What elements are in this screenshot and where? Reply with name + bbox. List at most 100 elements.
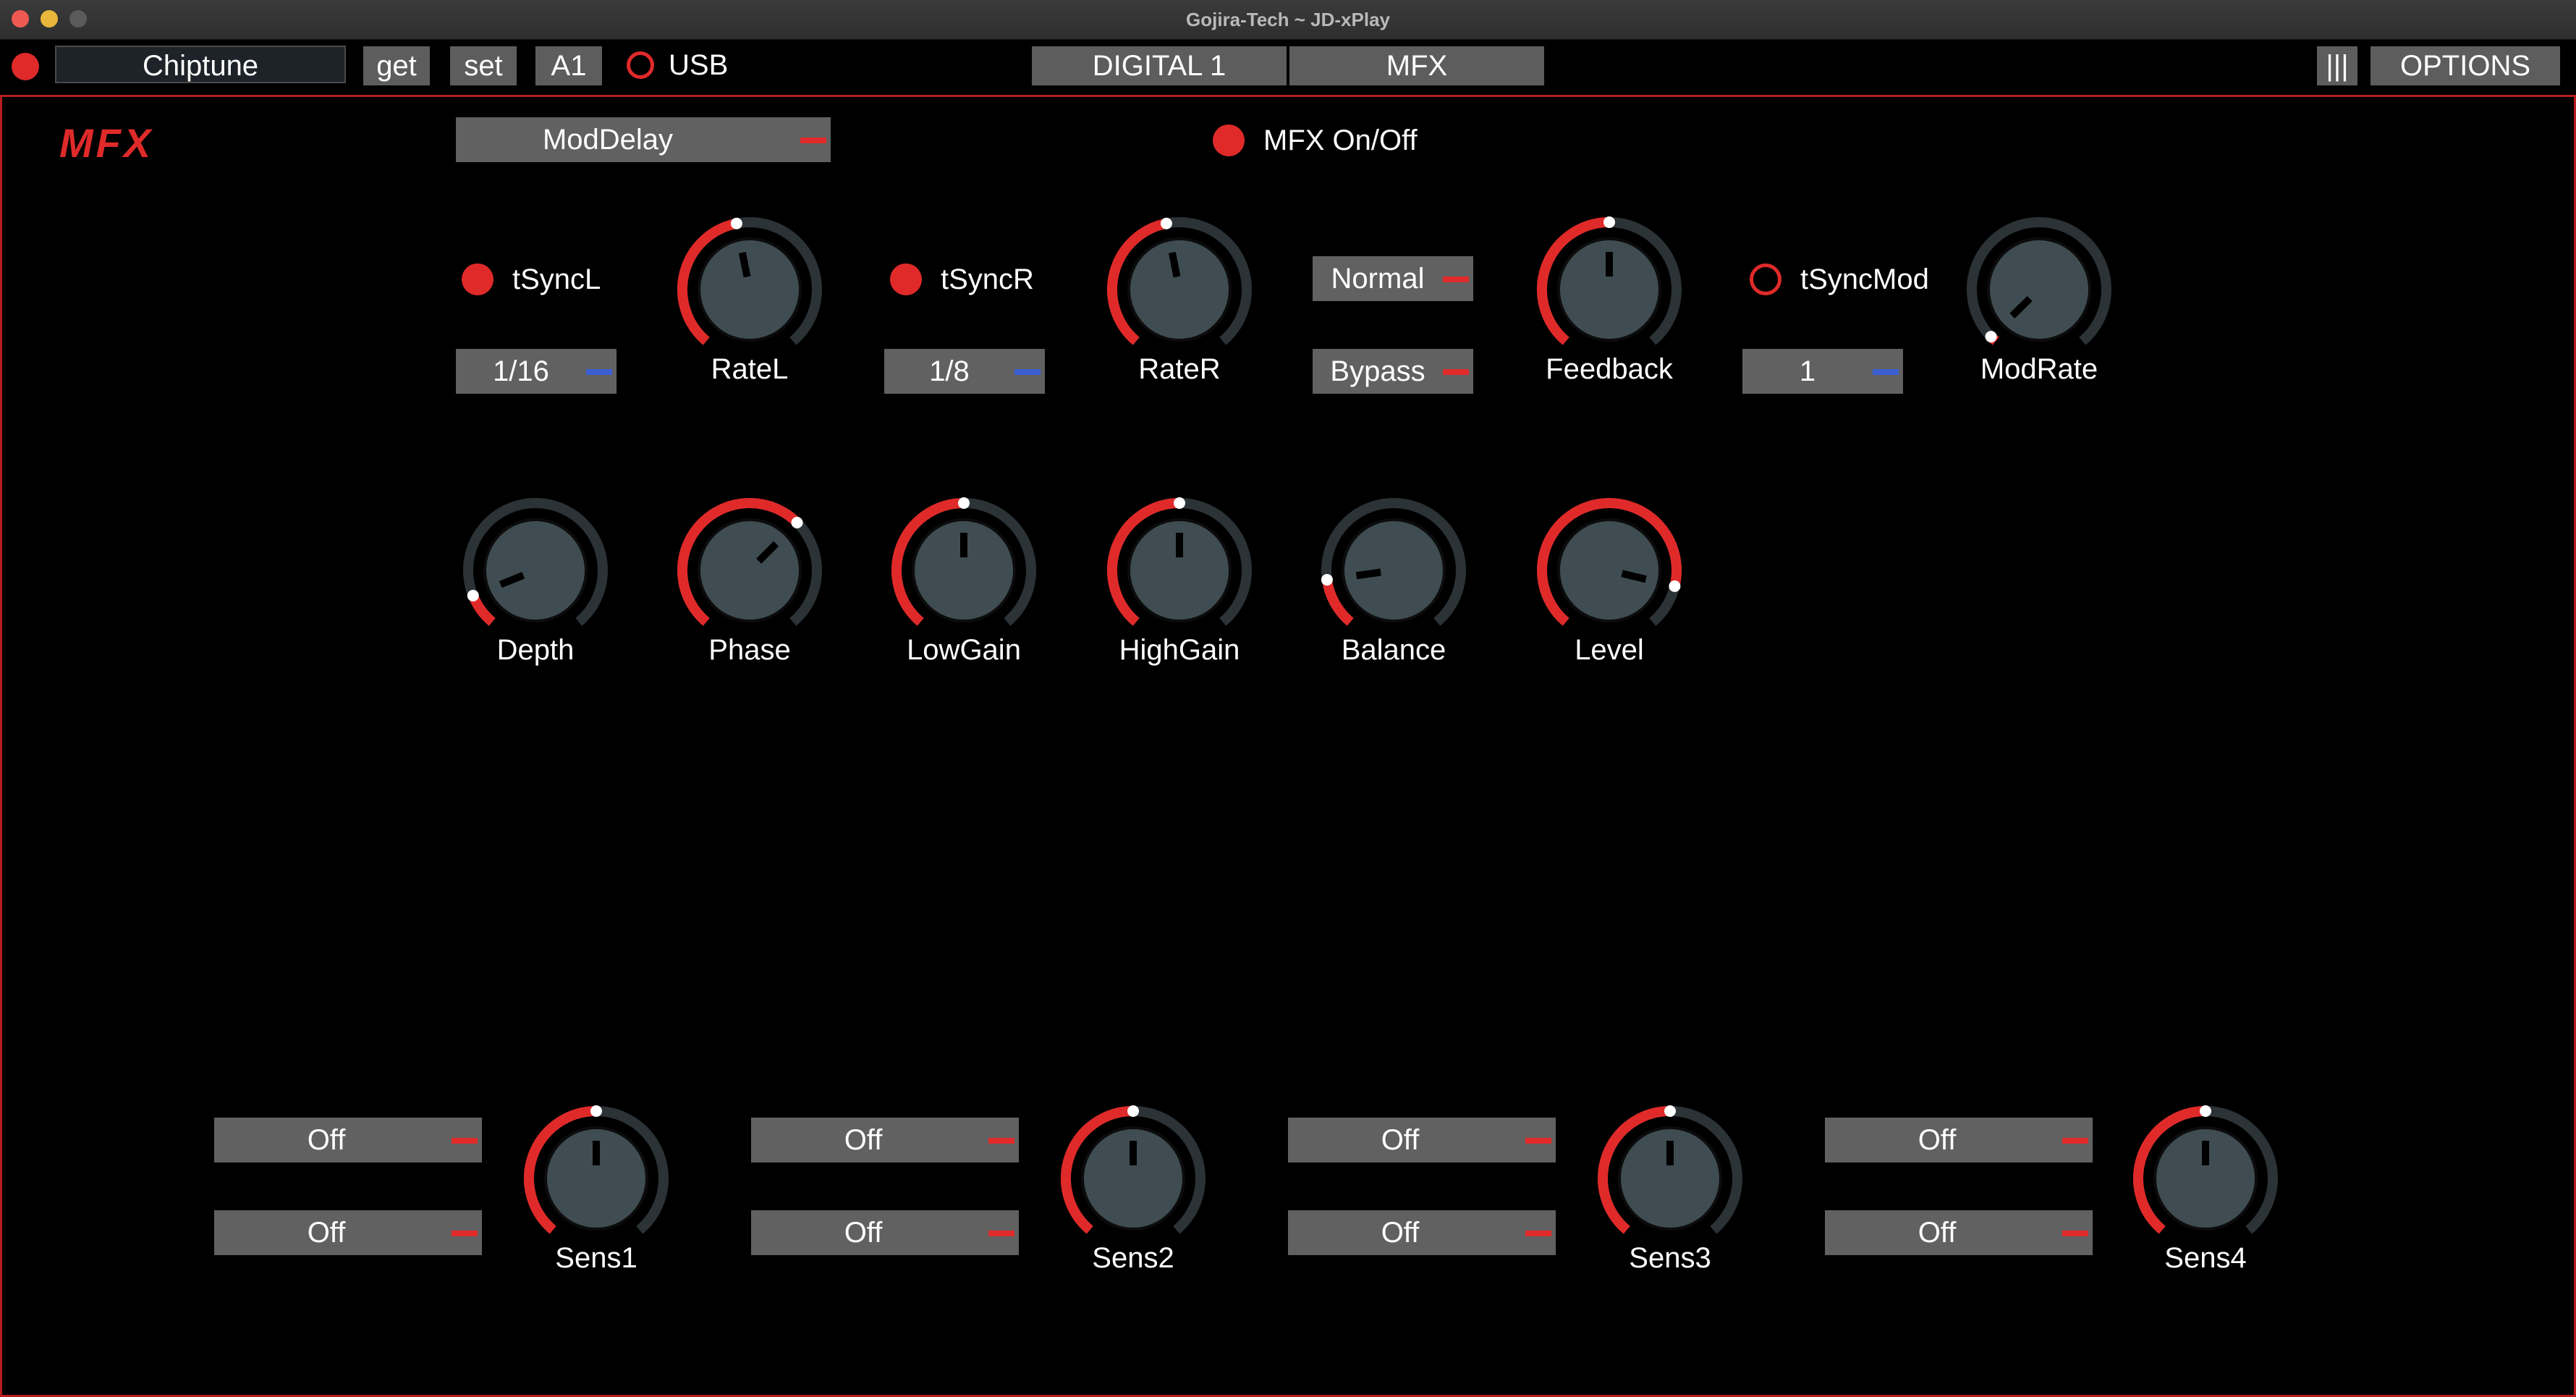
sens2-knob[interactable]: Sens2 bbox=[1046, 1100, 1220, 1288]
select-indicator bbox=[452, 1138, 478, 1144]
knob-dot bbox=[590, 1105, 602, 1117]
sens1-source2-select[interactable]: Off bbox=[214, 1210, 482, 1255]
knob-pointer bbox=[1355, 568, 1381, 580]
bank-button[interactable]: A1 bbox=[535, 46, 602, 85]
tab-mfx[interactable]: MFX bbox=[1289, 46, 1544, 85]
knob-dot bbox=[791, 517, 803, 529]
knob-body bbox=[698, 518, 802, 622]
knob-dot bbox=[2200, 1105, 2211, 1117]
sens3-knob[interactable]: Sens3 bbox=[1583, 1100, 1757, 1288]
ratel-knob[interactable]: RateL bbox=[663, 211, 836, 400]
select-indicator bbox=[1873, 369, 1899, 375]
knob-label: Sens1 bbox=[555, 1242, 637, 1274]
knob-dot bbox=[730, 217, 742, 229]
select-indicator bbox=[1443, 369, 1469, 375]
rater-knob[interactable]: RateR bbox=[1093, 211, 1266, 400]
knob-dot bbox=[1174, 497, 1185, 509]
select-indicator bbox=[2062, 1138, 2088, 1144]
options-button[interactable]: OPTIONS bbox=[2370, 46, 2560, 85]
knob-body bbox=[1127, 237, 1232, 342]
tsyncL-toggle[interactable] bbox=[462, 263, 493, 295]
knob-dot bbox=[1160, 217, 1172, 229]
balance-knob[interactable]: Balance bbox=[1307, 492, 1480, 680]
mode-select[interactable]: Normal bbox=[1313, 256, 1473, 301]
sens4-source1-select[interactable]: Off bbox=[1825, 1118, 2093, 1162]
sens4-knob[interactable]: Sens4 bbox=[2119, 1100, 2292, 1288]
knob-graphic bbox=[1598, 1105, 1742, 1234]
set-button[interactable]: set bbox=[450, 46, 517, 85]
mfx-onoff-toggle[interactable] bbox=[1213, 124, 1245, 156]
knob-dot bbox=[1669, 580, 1681, 592]
knob-graphic bbox=[2133, 1105, 2278, 1234]
noteR-label: 1/8 bbox=[929, 355, 970, 387]
noteL-label: 1/16 bbox=[493, 355, 549, 387]
sens1-knob[interactable]: Sens1 bbox=[509, 1100, 683, 1288]
depth-knob[interactable]: Depth bbox=[449, 492, 622, 680]
knob-label: RateR bbox=[1138, 353, 1221, 385]
phase-knob[interactable]: Phase bbox=[663, 492, 836, 680]
modrate-knob[interactable]: ModRate bbox=[1952, 211, 2126, 400]
knob-graphic bbox=[524, 1105, 669, 1234]
knob-body bbox=[1342, 518, 1446, 622]
sens3-source2-select-label: Off bbox=[1381, 1217, 1420, 1249]
knob-label: RateL bbox=[711, 353, 789, 385]
window-titlebar: Gojira-Tech ~ JD-xPlay bbox=[0, 0, 2576, 40]
knob-graphic bbox=[1967, 217, 2111, 345]
select-indicator bbox=[988, 1231, 1014, 1236]
tsyncL-label: tSyncL bbox=[512, 263, 601, 295]
mfx-type-select[interactable]: ModDelay bbox=[456, 117, 831, 162]
noteMod-select[interactable]: 1 bbox=[1742, 349, 1903, 394]
select-indicator bbox=[1525, 1138, 1551, 1144]
knob-label: Sens4 bbox=[2164, 1242, 2247, 1274]
menu-button[interactable]: ||| bbox=[2317, 46, 2357, 85]
bypass-select[interactable]: Bypass bbox=[1313, 349, 1473, 394]
sens2-source2-select[interactable]: Off bbox=[751, 1210, 1019, 1255]
knob-label: Phase bbox=[708, 634, 791, 666]
tsyncR-toggle[interactable] bbox=[890, 263, 922, 295]
tsyncMod-toggle[interactable] bbox=[1750, 263, 1781, 295]
knob-graphic bbox=[1537, 216, 1682, 345]
knob-label: Balance bbox=[1341, 634, 1446, 666]
tab-digital-1[interactable]: DIGITAL 1 bbox=[1032, 46, 1287, 85]
knob-label: ModRate bbox=[1980, 353, 2098, 385]
usb-toggle[interactable] bbox=[627, 51, 654, 79]
knob-label: HighGain bbox=[1119, 634, 1240, 666]
mfx-logo: MFX bbox=[59, 120, 154, 166]
sens1-source1-select-label: Off bbox=[307, 1124, 346, 1156]
knob-pointer bbox=[738, 252, 751, 278]
bypass-label: Bypass bbox=[1330, 355, 1425, 387]
level-knob[interactable]: Level bbox=[1522, 492, 1696, 680]
knob-graphic bbox=[891, 497, 1036, 626]
knob-dot bbox=[958, 497, 970, 509]
knob-dot bbox=[1664, 1105, 1676, 1117]
sens1-source1-select[interactable]: Off bbox=[214, 1118, 482, 1162]
toolbar: Chiptune get set A1 USB DIGITAL 1 MFX ||… bbox=[0, 40, 2576, 97]
sens2-source1-select[interactable]: Off bbox=[751, 1118, 1019, 1162]
noteR-select[interactable]: 1/8 bbox=[884, 349, 1045, 394]
sens4-source1-select-label: Off bbox=[1918, 1124, 1957, 1156]
knob-dot bbox=[1127, 1105, 1139, 1117]
select-indicator bbox=[452, 1231, 478, 1236]
knob-label: Depth bbox=[496, 634, 575, 666]
select-indicator bbox=[800, 138, 826, 143]
sens3-source2-select[interactable]: Off bbox=[1288, 1210, 1556, 1255]
knob-graphic bbox=[677, 498, 822, 626]
usb-label: USB bbox=[669, 49, 729, 81]
sens4-source2-select[interactable]: Off bbox=[1825, 1210, 2093, 1255]
noteL-select[interactable]: 1/16 bbox=[456, 349, 617, 394]
patch-name-field[interactable]: Chiptune bbox=[55, 46, 346, 83]
mfx-type-label: ModDelay bbox=[542, 124, 674, 156]
get-button[interactable]: get bbox=[363, 46, 430, 85]
knob-dot bbox=[467, 589, 479, 602]
sens3-source1-select[interactable]: Off bbox=[1288, 1118, 1556, 1162]
status-led-icon[interactable] bbox=[12, 53, 39, 80]
knob-graphic bbox=[677, 217, 822, 345]
knob-dot bbox=[1603, 216, 1615, 228]
knob-label: Sens2 bbox=[1092, 1242, 1174, 1274]
knob-graphic bbox=[1107, 217, 1252, 345]
feedback-knob[interactable]: Feedback bbox=[1522, 211, 1696, 400]
lowgain-knob[interactable]: LowGain bbox=[877, 492, 1051, 680]
knob-body bbox=[698, 237, 802, 342]
knob-label: Sens3 bbox=[1629, 1242, 1711, 1274]
highgain-knob[interactable]: HighGain bbox=[1093, 492, 1266, 680]
